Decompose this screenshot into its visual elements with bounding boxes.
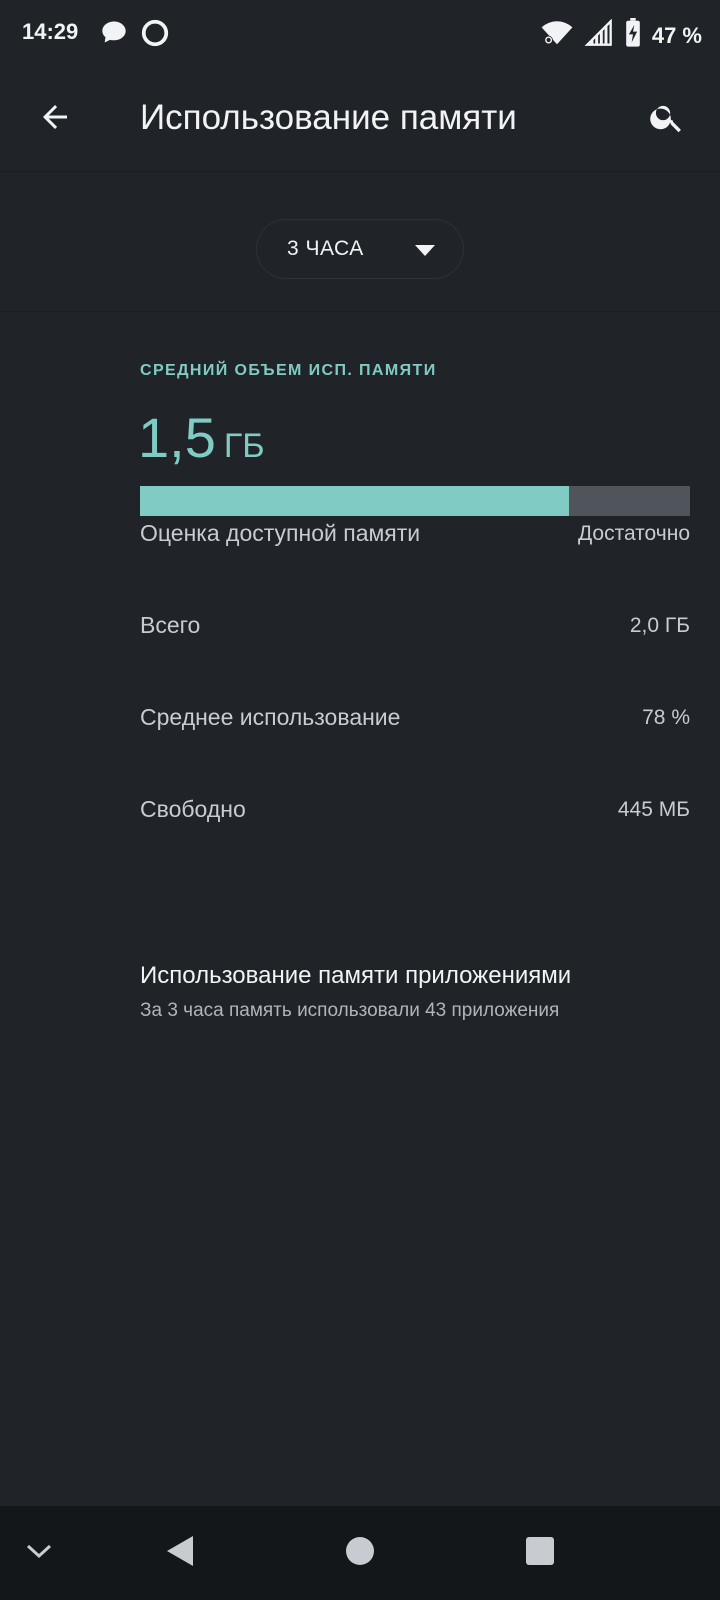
app-ring-icon [140,18,170,53]
stat-value: 445 МБ [617,797,690,821]
back-triangle-icon [163,1534,195,1573]
nav-back-button[interactable] [154,1528,204,1578]
average-memory-number: 1,5 [138,406,216,469]
stat-value: Достаточно [577,521,690,545]
status-time: 14:29 [22,19,79,44]
page-title: Использование памяти [140,98,517,137]
status-bar: 14:29 47 % [0,0,720,66]
search-button[interactable] [642,94,692,144]
stat-row-free: Свободно 445 МБ [140,796,690,823]
search-icon [648,98,686,141]
stat-label: Всего [140,612,201,638]
stat-label: Среднее использование [140,704,401,730]
collapse-button[interactable] [14,1528,64,1578]
stat-row-estimate: Оценка доступной памяти Достаточно [140,520,690,547]
nav-home-button[interactable] [335,1528,385,1578]
wifi-icon [540,19,574,52]
battery-charging-icon [624,18,642,53]
home-circle-icon [345,1536,375,1571]
average-memory-unit: ГБ [223,427,265,465]
apps-memory-title: Использование памяти приложениями [140,962,572,989]
period-dropdown[interactable]: 3 ЧАСА [256,219,464,279]
stat-row-total: Всего 2,0 ГБ [140,612,690,639]
average-memory-value: 1,5 ГБ [138,405,265,470]
battery-percent: 47 % [651,22,702,48]
navigation-bar [0,1506,720,1600]
app-bar: Использование памяти [0,66,720,172]
collapse-chevron-icon [24,1541,54,1566]
stat-value: 78 % [642,705,690,729]
stat-label: Свободно [140,796,246,822]
dropdown-caret-icon [415,244,435,262]
memory-usage-fill [140,486,569,516]
chat-bubble-icon [100,18,128,53]
memory-usage-bar [140,486,690,516]
back-arrow-icon [37,99,73,140]
filter-area: 3 ЧАСА [0,172,720,312]
back-button[interactable] [30,94,80,144]
recents-square-icon [525,1536,555,1571]
apps-memory-usage-item[interactable]: Использование памяти приложениями За 3 ч… [140,962,700,1022]
stat-row-average: Среднее использование 78 % [140,704,690,731]
stat-value: 2,0 ГБ [629,613,690,637]
signal-icon [584,18,614,52]
stat-label: Оценка доступной памяти [140,520,421,546]
section-caption: СРЕДНИЙ ОБЪЕМ ИСП. ПАМЯТИ [140,362,437,379]
period-label: 3 ЧАСА [287,237,364,260]
nav-recents-button[interactable] [515,1528,565,1578]
apps-memory-subtitle: За 3 часа память использовали 43 приложе… [140,1000,560,1021]
